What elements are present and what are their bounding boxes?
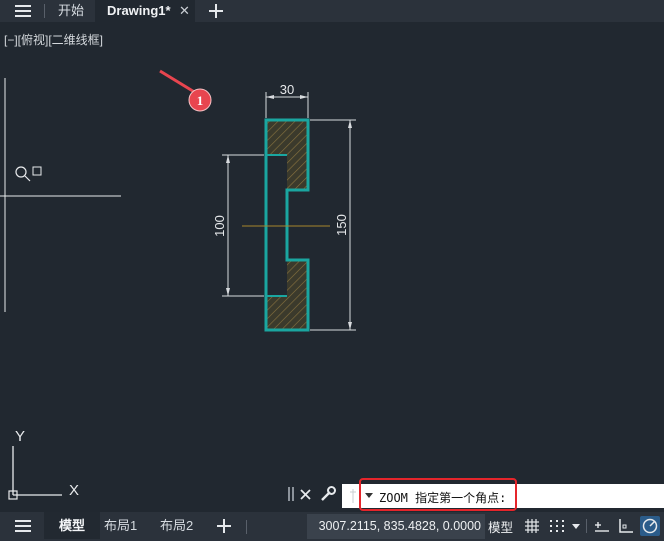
marker-number: 1 — [197, 93, 204, 108]
ucs-y-label: Y — [15, 428, 25, 445]
chevron-down-icon — [572, 524, 580, 529]
polar-tracking-button[interactable] — [640, 516, 660, 536]
snap-options-dropdown[interactable] — [570, 516, 582, 536]
polar-tracking-icon — [642, 518, 658, 534]
layout-tab-model[interactable]: 模型 — [44, 512, 100, 539]
hamburger-icon — [15, 520, 31, 522]
add-layout-button[interactable] — [214, 516, 234, 536]
close-command-line-button[interactable] — [298, 485, 314, 503]
wrench-icon — [321, 486, 336, 501]
ucs-x-label: X — [69, 482, 79, 499]
dimension-height[interactable]: 150 — [310, 119, 356, 331]
layout-tab-2[interactable]: 布局2 — [160, 512, 193, 539]
ortho-icon — [619, 519, 633, 533]
ucs-icon: Y X — [8, 428, 79, 500]
snap-mode-button[interactable] — [547, 516, 567, 536]
dimension-width[interactable]: 30 — [265, 82, 309, 118]
ortho-mode-button[interactable] — [616, 516, 636, 536]
model-space-button[interactable]: 模型 — [488, 517, 513, 536]
dimension-inner-text: 100 — [212, 215, 227, 237]
customize-command-line-button[interactable] — [319, 485, 337, 503]
coordinate-readout[interactable]: 3007.2115, 835.4828, 0.0000 — [307, 514, 485, 539]
infer-constraints-button[interactable] — [592, 516, 612, 536]
dimension-height-text: 150 — [334, 214, 349, 236]
grid-icon — [525, 519, 539, 533]
drawing-canvas[interactable]: 1 30 150 100 Y X — [0, 0, 664, 541]
annotation-marker: 1 — [159, 69, 212, 112]
command-history-icon[interactable] — [346, 488, 360, 504]
close-icon — [300, 489, 311, 500]
status-bar: 模型 布局1 布局2 3007.2115, 835.4828, 0.0000 模… — [0, 512, 664, 541]
layout-tab-1[interactable]: 布局1 — [104, 512, 137, 539]
snap-dots-icon — [550, 520, 564, 532]
part-section[interactable] — [242, 118, 330, 332]
layout-menu-button[interactable] — [8, 518, 38, 534]
command-line-grip[interactable] — [287, 486, 295, 502]
plus-icon — [217, 519, 231, 533]
constraint-icon — [595, 522, 609, 532]
crosshair-cursor — [0, 78, 121, 312]
dimension-width-text: 30 — [280, 82, 294, 97]
grid-display-button[interactable] — [522, 516, 542, 536]
command-highlight-box — [359, 478, 517, 511]
